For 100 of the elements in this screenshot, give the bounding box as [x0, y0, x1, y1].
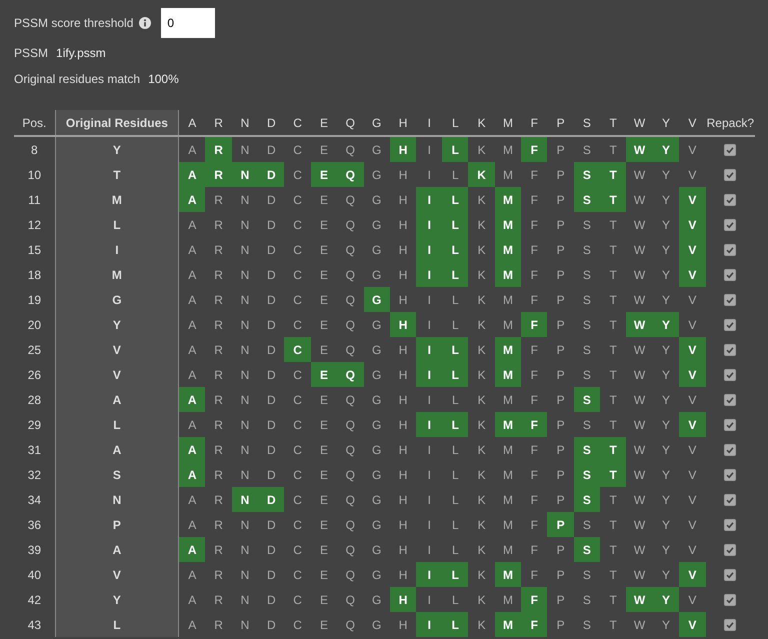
residue-cell[interactable]: E [310, 362, 338, 387]
threshold-field[interactable]: 0 [161, 8, 216, 38]
residue-cell[interactable]: G [364, 412, 390, 437]
residue-cell[interactable]: G [364, 462, 390, 487]
residue-cell[interactable]: A [178, 612, 206, 637]
residue-cell[interactable]: P [547, 237, 574, 262]
residue-cell[interactable]: S [574, 587, 600, 612]
residue-cell[interactable]: T [600, 562, 626, 587]
residue-cell[interactable]: T [600, 262, 626, 287]
residue-cell[interactable]: M [494, 562, 522, 587]
residue-cell[interactable]: S [574, 487, 600, 512]
residue-cell[interactable]: M [494, 512, 522, 537]
residue-cell[interactable]: G [364, 212, 390, 237]
residue-cell[interactable]: Q [337, 437, 364, 462]
residue-cell[interactable]: S [574, 387, 600, 412]
residue-cell[interactable]: I [416, 287, 442, 312]
residue-cell[interactable]: I [416, 136, 442, 162]
residue-cell[interactable]: V [679, 412, 706, 437]
residue-cell[interactable]: T [600, 187, 626, 212]
residue-cell[interactable]: Y [652, 562, 680, 587]
residue-cell[interactable]: W [626, 587, 653, 612]
residue-cell[interactable]: F [521, 237, 548, 262]
residue-cell[interactable]: E [310, 537, 338, 562]
residue-cell[interactable]: L [442, 487, 468, 512]
residue-cell[interactable]: S [574, 187, 600, 212]
residue-cell[interactable]: C [284, 612, 311, 637]
residue-cell[interactable]: F [521, 587, 548, 612]
residue-cell[interactable]: H [390, 187, 416, 212]
residue-cell[interactable]: R [205, 612, 232, 637]
residue-cell[interactable]: Q [337, 537, 364, 562]
residue-cell[interactable]: R [205, 136, 232, 162]
residue-cell[interactable]: G [364, 362, 390, 387]
repack-checkbox[interactable] [724, 219, 736, 232]
residue-cell[interactable]: K [468, 262, 495, 287]
residue-cell[interactable]: A [178, 437, 206, 462]
residue-cell[interactable]: A [178, 487, 206, 512]
residue-cell[interactable]: A [178, 187, 206, 212]
residue-cell[interactable]: P [547, 387, 574, 412]
residue-cell[interactable]: C [284, 212, 311, 237]
residue-cell[interactable]: L [442, 587, 468, 612]
residue-cell[interactable]: Y [652, 212, 680, 237]
residue-cell[interactable]: L [442, 437, 468, 462]
residue-cell[interactable]: Q [337, 562, 364, 587]
residue-cell[interactable]: F [521, 487, 548, 512]
repack-checkbox[interactable] [724, 394, 736, 406]
residue-cell[interactable]: G [364, 512, 390, 537]
residue-cell[interactable]: F [521, 312, 548, 337]
residue-cell[interactable]: C [284, 312, 311, 337]
repack-checkbox[interactable] [724, 194, 736, 206]
residue-cell[interactable]: N [232, 337, 258, 362]
residue-cell[interactable]: K [468, 162, 495, 187]
residue-cell[interactable]: N [232, 262, 258, 287]
residue-cell[interactable]: D [258, 136, 284, 162]
residue-cell[interactable]: N [232, 612, 258, 637]
residue-cell[interactable]: W [626, 136, 653, 162]
residue-cell[interactable]: I [416, 337, 442, 362]
residue-cell[interactable]: G [364, 587, 390, 612]
residue-cell[interactable]: T [600, 162, 626, 187]
residue-cell[interactable]: I [416, 437, 442, 462]
residue-cell[interactable]: D [258, 512, 284, 537]
residue-cell[interactable]: R [205, 312, 232, 337]
residue-cell[interactable]: M [494, 387, 522, 412]
residue-cell[interactable]: Y [652, 262, 680, 287]
residue-cell[interactable]: G [364, 387, 390, 412]
residue-cell[interactable]: E [310, 237, 338, 262]
residue-cell[interactable]: T [600, 437, 626, 462]
repack-checkbox[interactable] [724, 519, 736, 532]
residue-cell[interactable]: C [284, 287, 311, 312]
residue-cell[interactable]: V [679, 187, 706, 212]
residue-cell[interactable]: S [574, 337, 600, 362]
residue-cell[interactable]: W [626, 387, 653, 412]
residue-cell[interactable]: T [600, 487, 626, 512]
residue-cell[interactable]: Q [337, 337, 364, 362]
residue-cell[interactable]: Y [652, 287, 680, 312]
residue-cell[interactable]: P [547, 512, 574, 537]
residue-cell[interactable]: W [626, 212, 653, 237]
residue-cell[interactable]: W [626, 287, 653, 312]
residue-cell[interactable]: Q [337, 162, 364, 187]
residue-cell[interactable]: Y [652, 312, 680, 337]
residue-cell[interactable]: F [521, 462, 548, 487]
residue-cell[interactable]: V [679, 612, 706, 637]
residue-cell[interactable]: A [178, 537, 206, 562]
residue-cell[interactable]: W [626, 237, 653, 262]
residue-cell[interactable]: E [310, 387, 338, 412]
residue-cell[interactable]: G [364, 337, 390, 362]
residue-cell[interactable]: Q [337, 387, 364, 412]
residue-cell[interactable]: A [178, 136, 206, 162]
residue-cell[interactable]: P [547, 162, 574, 187]
residue-cell[interactable]: W [626, 487, 653, 512]
residue-cell[interactable]: N [232, 437, 258, 462]
residue-cell[interactable]: F [521, 512, 548, 537]
residue-cell[interactable]: C [284, 136, 311, 162]
residue-cell[interactable]: F [521, 162, 548, 187]
residue-cell[interactable]: Q [337, 237, 364, 262]
residue-cell[interactable]: R [205, 437, 232, 462]
residue-cell[interactable]: Q [337, 512, 364, 537]
residue-cell[interactable]: I [416, 587, 442, 612]
residue-cell[interactable]: R [205, 562, 232, 587]
residue-cell[interactable]: W [626, 162, 653, 187]
repack-checkbox[interactable] [724, 369, 736, 382]
